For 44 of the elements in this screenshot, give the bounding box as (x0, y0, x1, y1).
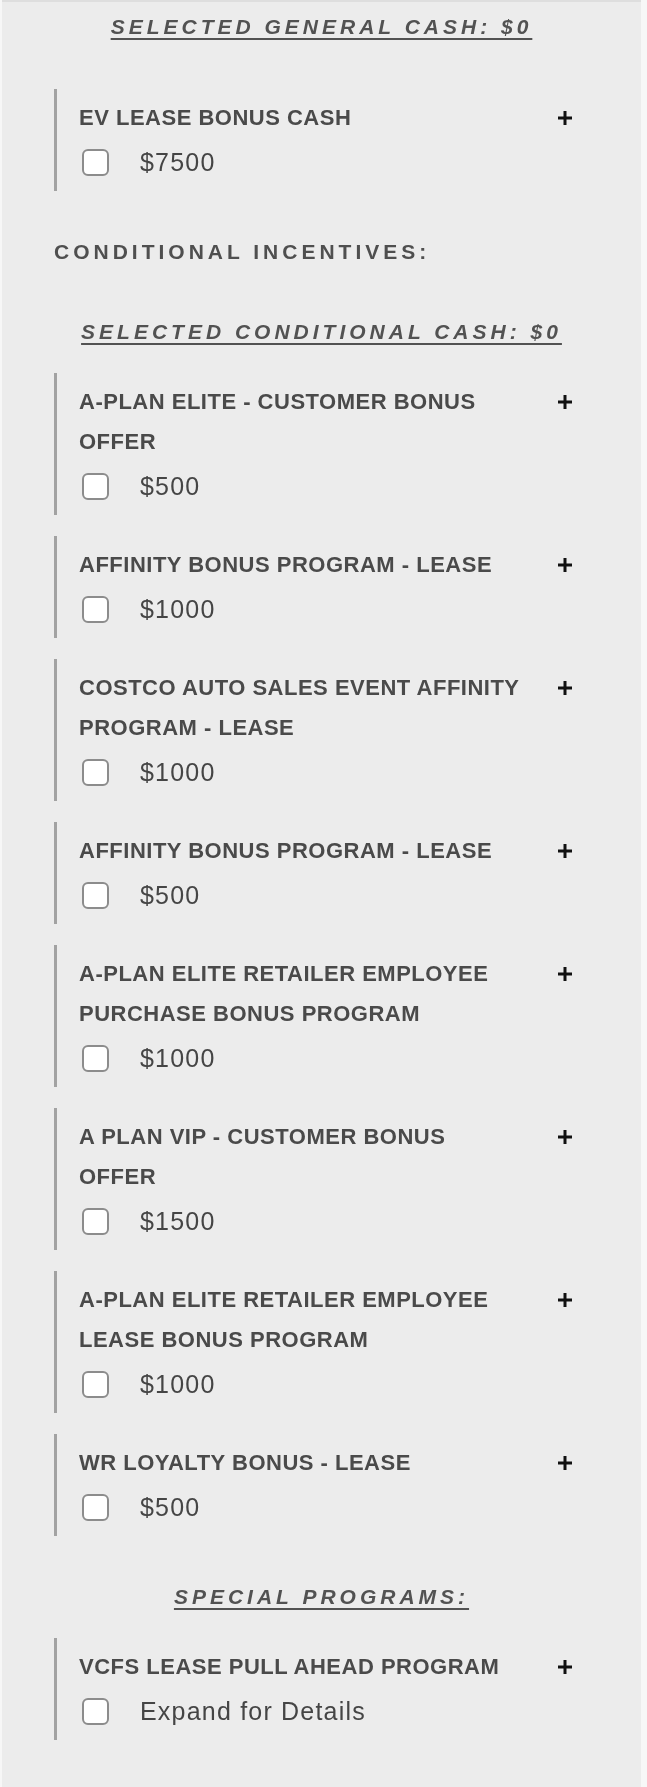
option-label[interactable]: $7500 (140, 146, 216, 178)
incentive-title: EV LEASE BONUS CASH (79, 104, 353, 132)
option-label[interactable]: $500 (140, 879, 201, 911)
incentive-title: WR LOYALTY BONUS - LEASE (79, 1449, 412, 1477)
incentive-title: AFFINITY BONUS PROGRAM - LEASE (79, 551, 494, 579)
plus-icon[interactable] (558, 558, 572, 572)
plus-icon[interactable] (558, 967, 572, 981)
option-label[interactable]: $1000 (140, 756, 216, 788)
section-summary: SELECTED GENERAL CASH: $0 (110, 14, 533, 40)
incentive-title: A PLAN VIP - CUSTOMER BONUS OFFER (79, 1123, 447, 1191)
checkbox[interactable] (82, 1370, 109, 1398)
checkbox[interactable] (82, 148, 109, 176)
plus-icon[interactable] (558, 111, 572, 125)
checkbox[interactable] (82, 758, 109, 786)
checkbox[interactable] (82, 472, 109, 500)
plus-icon[interactable] (558, 395, 572, 409)
option-label[interactable]: $1000 (140, 1368, 216, 1400)
plus-icon[interactable] (558, 1660, 572, 1674)
option-label[interactable]: $1000 (140, 593, 216, 625)
option-label[interactable]: Expand for Details (140, 1695, 366, 1727)
plus-icon[interactable] (558, 1456, 572, 1470)
plus-icon[interactable] (558, 1293, 572, 1307)
incentive-title: A-PLAN ELITE - CUSTOMER BONUS OFFER (79, 388, 477, 456)
section-summary: SPECIAL PROGRAMS: (173, 1584, 470, 1610)
plus-icon[interactable] (558, 844, 572, 858)
incentive-title: A-PLAN ELITE RETAILER EMPLOYEE LEASE BONUS PROGRAM (79, 1286, 490, 1354)
incentive-title: A-PLAN ELITE RETAILER EMPLOYEE PURCHASE BONUS PROGRAM (79, 960, 490, 1028)
section-summary: SELECTED CONDITIONAL CASH: $0 (81, 319, 562, 345)
checkbox[interactable] (82, 1493, 109, 1521)
incentive-title: AFFINITY BONUS PROGRAM - LEASE (79, 837, 494, 865)
checkbox[interactable] (82, 1044, 109, 1072)
checkbox[interactable] (82, 595, 109, 623)
checkbox[interactable] (82, 881, 109, 909)
incentive-title: VCFS LEASE PULL AHEAD PROGRAM (79, 1653, 501, 1681)
option-label[interactable]: $1000 (140, 1042, 216, 1074)
checkbox[interactable] (82, 1697, 109, 1725)
option-label[interactable]: $500 (140, 470, 201, 502)
incentive-title: COSTCO AUTO SALES EVENT AFFINITY PROGRAM - LEASE (79, 674, 521, 742)
option-label[interactable]: $500 (140, 1491, 201, 1523)
checkbox[interactable] (82, 1207, 109, 1235)
plus-icon[interactable] (558, 1130, 572, 1144)
section-heading: CONDITIONAL INCENTIVES: (54, 239, 431, 265)
option-label[interactable]: $1500 (140, 1205, 216, 1237)
plus-icon[interactable] (558, 681, 572, 695)
